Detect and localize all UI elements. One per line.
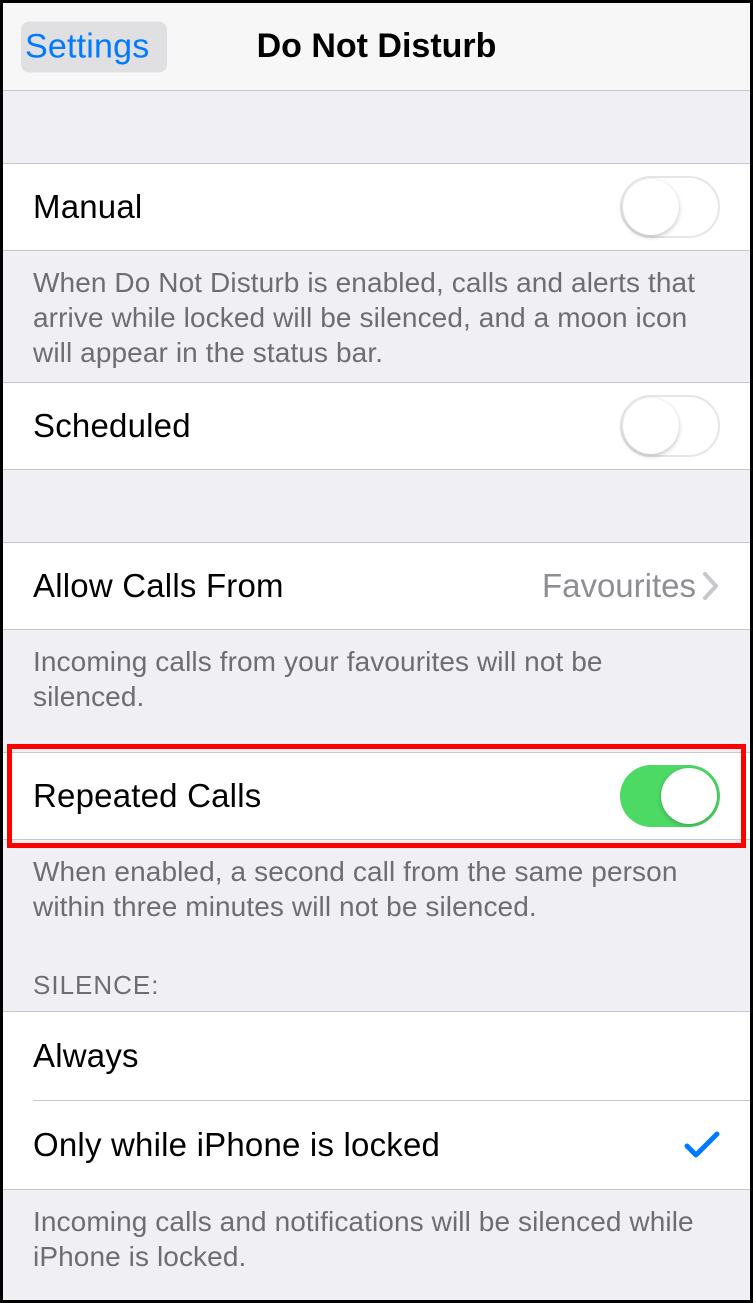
manual-row[interactable]: Manual: [3, 163, 750, 251]
repeated-calls-highlight: Repeated Calls: [3, 752, 750, 840]
settings-screen: Settings Do Not Disturb Manual When Do N…: [0, 0, 753, 1303]
manual-footer: When Do Not Disturb is enabled, calls an…: [3, 251, 750, 382]
scheduled-toggle[interactable]: [620, 395, 720, 457]
repeated-calls-footer: When enabled, a second call from the sam…: [3, 840, 750, 936]
toggle-knob-icon: [623, 179, 679, 235]
manual-label: Manual: [33, 188, 142, 226]
silence-always-label: Always: [33, 1037, 139, 1075]
silence-header: SILENCE:: [3, 936, 750, 1011]
section-spacer: [3, 91, 750, 163]
section-spacer: [3, 726, 750, 752]
silence-footer: Incoming calls and notifications will be…: [3, 1190, 750, 1286]
manual-toggle[interactable]: [620, 176, 720, 238]
scheduled-row[interactable]: Scheduled: [3, 382, 750, 470]
repeated-calls-toggle[interactable]: [620, 765, 720, 827]
allow-calls-from-label: Allow Calls From: [33, 567, 284, 605]
navigation-bar: Settings Do Not Disturb: [3, 3, 750, 91]
allow-calls-from-value: Favourites: [542, 567, 696, 605]
toggle-knob-icon: [623, 398, 679, 454]
silence-locked-row[interactable]: Only while iPhone is locked: [3, 1101, 750, 1189]
silence-always-row[interactable]: Always: [3, 1012, 750, 1100]
allow-calls-footer: Incoming calls from your favourites will…: [3, 630, 750, 726]
back-button[interactable]: Settings: [21, 21, 167, 72]
allow-calls-from-row[interactable]: Allow Calls From Favourites: [3, 542, 750, 630]
section-spacer: [3, 470, 750, 542]
silence-locked-label: Only while iPhone is locked: [33, 1126, 440, 1164]
back-button-label: Settings: [25, 27, 149, 66]
chevron-right-icon: [702, 571, 720, 601]
toggle-knob-icon: [661, 768, 717, 824]
scheduled-label: Scheduled: [33, 407, 191, 445]
checkmark-icon: [684, 1131, 720, 1159]
repeated-calls-row[interactable]: Repeated Calls: [3, 752, 750, 840]
silence-group: Always Only while iPhone is locked: [3, 1011, 750, 1190]
repeated-calls-label: Repeated Calls: [33, 777, 261, 815]
